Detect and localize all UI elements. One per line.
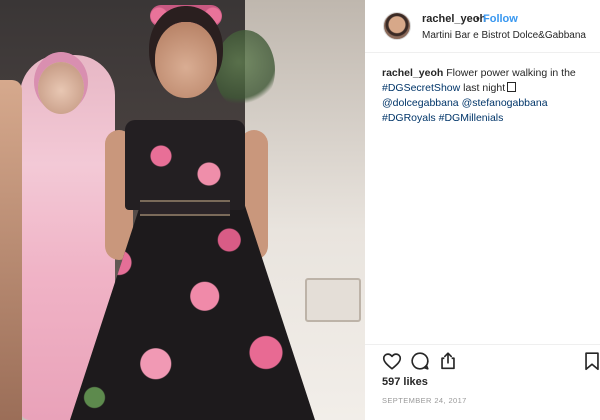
caption-text: Flower power walking in the xyxy=(443,67,576,79)
actions-divider xyxy=(365,344,600,345)
post-date: SEPTEMBER 24, 2017 xyxy=(382,396,467,405)
post-sidebar: rachel_yeoh • Follow Martini Bar e Bistr… xyxy=(365,0,600,420)
like-count[interactable]: 597 likes xyxy=(382,376,428,388)
hashtag-dgmillenials[interactable]: #DGMillenials xyxy=(439,112,504,124)
photo-left-figure xyxy=(0,80,22,420)
photo-dress-bodice xyxy=(125,120,245,210)
photo-background-model-head xyxy=(38,62,84,114)
share-icon xyxy=(441,352,455,370)
mention-dolcegabbana[interactable]: @dolcegabbana xyxy=(382,97,459,109)
emoji-placeholder-icon xyxy=(507,82,517,92)
comment-button[interactable] xyxy=(409,350,431,372)
post-header: rachel_yeoh • Follow Martini Bar e Bistr… xyxy=(365,0,600,53)
comment-icon xyxy=(411,352,429,370)
share-button[interactable] xyxy=(437,350,459,372)
hashtag-dgsecretshow[interactable]: #DGSecretShow xyxy=(382,82,460,94)
post-caption: rachel_yeoh Flower power walking in the … xyxy=(382,66,596,126)
post-photo[interactable] xyxy=(0,0,365,420)
hashtag-dgroyals[interactable]: #DGRoyals xyxy=(382,112,436,124)
mention-stefanogabbana[interactable]: @stefanogabbana xyxy=(462,97,548,109)
save-button[interactable] xyxy=(581,350,600,372)
bookmark-icon xyxy=(585,352,599,371)
header-separator: • xyxy=(476,13,480,25)
caption-username[interactable]: rachel_yeoh xyxy=(382,67,443,79)
post-actions xyxy=(381,350,599,372)
heart-icon xyxy=(382,353,402,370)
post-location[interactable]: Martini Bar e Bistrot Dolce&Gabbana xyxy=(422,30,586,41)
photo-handbag xyxy=(305,278,361,322)
like-button[interactable] xyxy=(381,350,403,372)
avatar[interactable] xyxy=(383,12,411,40)
follow-button[interactable]: Follow xyxy=(483,13,518,25)
photo-model-head xyxy=(155,22,217,98)
photo-plant xyxy=(215,30,275,110)
caption-text-2: last night xyxy=(460,82,506,94)
photo-dress-belt xyxy=(140,200,230,216)
